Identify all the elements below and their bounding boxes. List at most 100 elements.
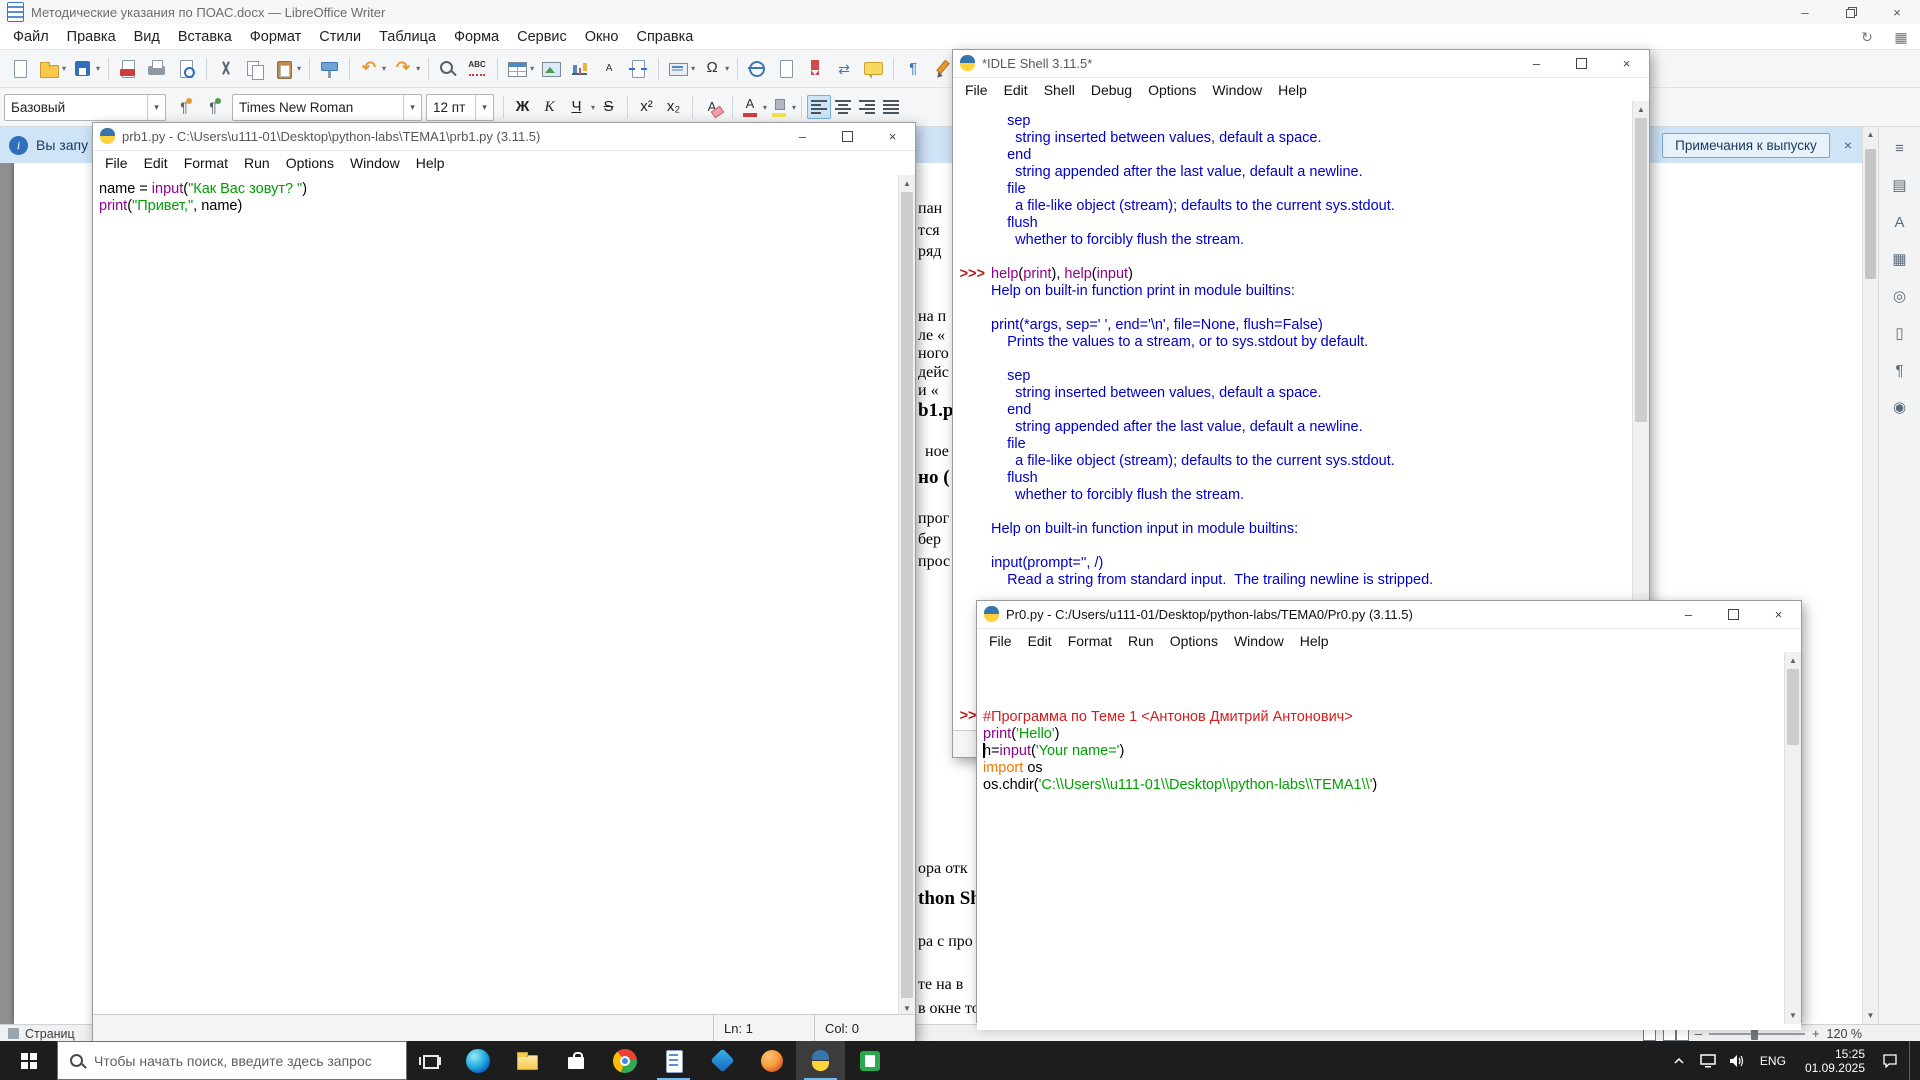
menu-item-format[interactable]: Format [176,155,236,171]
align-center-button[interactable] [831,95,855,119]
prb1-titlebar[interactable]: prb1.py - C:\Users\u111-01\Desktop\pytho… [93,123,915,151]
minimize-button[interactable]: – [780,123,825,150]
menu-item-shell[interactable]: Shell [1036,82,1083,98]
menu-item-window[interactable]: Window [1204,82,1270,98]
menu-item-edit[interactable]: Edit [1020,633,1060,649]
insert-symbol-button[interactable]: Ω ▾ [698,56,731,82]
chevron-down-icon[interactable]: ▾ [297,64,301,73]
volume-icon[interactable] [1727,1041,1747,1080]
writer-titlebar[interactable]: Методические указания по ПОАС.docx — Lib… [0,0,1920,25]
network-icon[interactable] [1698,1041,1718,1080]
clear-formatting-button[interactable]: A [698,94,726,120]
scroll-up-icon[interactable]: ▲ [1633,101,1649,118]
underline-button[interactable]: Ч ▾ [563,94,596,120]
keyboard-language-indicator[interactable]: ENG [1756,1054,1790,1068]
taskbar-app-edge[interactable] [453,1041,502,1080]
chevron-down-icon[interactable]: ▾ [691,64,695,73]
chevron-down-icon[interactable]: ▾ [416,64,420,73]
navigator-icon[interactable]: ◎ [1887,285,1913,309]
cut-button[interactable] [212,56,240,82]
insert-comment-button[interactable] [859,56,887,82]
chevron-down-icon[interactable]: ▾ [403,94,421,120]
menu-item-help[interactable]: Help [1270,82,1315,98]
menu-item-сервис[interactable]: Сервис [508,24,576,50]
menu-item-window[interactable]: Window [342,155,408,171]
menu-item-options[interactable]: Options [278,155,342,171]
taskbar-app-python-idle[interactable] [796,1041,845,1080]
release-notes-button[interactable]: Примечания к выпуску [1662,132,1830,158]
taskbar-search-input[interactable]: Чтобы начать поиск, введите здесь запрос [57,1041,407,1080]
scroll-up-icon[interactable]: ▲ [1863,127,1878,143]
toolbar-options-icon[interactable]: ▦ [1888,25,1914,49]
insert-chart-button[interactable] [566,56,594,82]
chevron-down-icon[interactable]: ▾ [530,64,534,73]
save-button[interactable]: ▾ [69,56,102,82]
taskbar-app-orange-app[interactable] [747,1041,796,1080]
menu-item-вид[interactable]: Вид [125,24,169,50]
scrollbar-thumb[interactable] [1635,118,1647,422]
menu-item-edit[interactable]: Edit [996,82,1036,98]
italic-button[interactable]: К [536,94,563,120]
menu-item-file[interactable]: File [957,82,996,98]
align-left-button[interactable] [807,95,832,119]
close-button[interactable]: × [1756,601,1801,628]
new-style-button[interactable]: ¶ [199,94,227,120]
align-justify-button[interactable] [879,95,903,119]
undo-button[interactable]: ↶ ▾ [355,56,388,82]
minimize-button[interactable]: – [1514,50,1559,77]
menu-item-edit[interactable]: Edit [136,155,176,171]
prb1-scrollbar[interactable]: ▲ ▼ [898,175,915,1017]
maximize-button[interactable] [1711,601,1756,628]
open-button[interactable]: ▾ [35,56,68,82]
menu-item-debug[interactable]: Debug [1083,82,1140,98]
menu-item-file[interactable]: File [97,155,136,171]
spelling-button[interactable]: ABC [463,56,491,82]
taskbar-app-green-app[interactable] [845,1041,894,1080]
export-pdf-button[interactable] [114,56,142,82]
insert-footnote-button[interactable]: A¹ [772,56,800,82]
chevron-down-icon[interactable]: ▾ [96,64,100,73]
chevron-down-icon[interactable]: ▾ [62,64,66,73]
style-inspector-icon[interactable]: ¶ [1887,359,1913,383]
minimize-button[interactable]: – [1782,0,1828,24]
bold-button[interactable]: Ж [509,94,536,120]
font-size-combobox[interactable]: 12 пт ▾ [426,93,494,121]
gallery-icon[interactable]: ▦ [1887,248,1913,272]
font-color-button[interactable]: A ▾ [738,95,767,119]
taskbar-app-file-explorer[interactable] [502,1041,551,1080]
scrollbar-thumb[interactable] [901,192,913,998]
scroll-down-icon[interactable]: ▼ [1863,1008,1878,1024]
formatting-marks-button[interactable]: ¶ [899,56,927,82]
maximize-button[interactable] [1559,50,1604,77]
accessibility-check-icon[interactable]: ◉ [1887,396,1913,420]
menu-item-таблица[interactable]: Таблица [370,24,445,50]
menu-item-правка[interactable]: Правка [58,24,125,50]
pr0-titlebar[interactable]: Pr0.py - C:/Users/u111-01/Desktop/python… [977,601,1801,629]
minimize-button[interactable]: – [1666,601,1711,628]
insert-textbox-button[interactable]: A [595,56,623,82]
insert-bookmark-button[interactable] [801,56,829,82]
new-document-button[interactable] [6,56,34,82]
insert-image-button[interactable] [537,56,565,82]
paste-button[interactable]: ▾ [270,56,303,82]
chevron-down-icon[interactable]: ▾ [475,94,493,120]
menu-item-run[interactable]: Run [236,155,278,171]
find-replace-button[interactable] [434,56,462,82]
menu-item-format[interactable]: Format [1060,633,1120,649]
writer-vertical-scrollbar[interactable]: ▲ ▼ [1862,127,1878,1024]
maximize-button[interactable] [825,123,870,150]
menu-item-run[interactable]: Run [1120,633,1162,649]
prb1-code-editor[interactable]: name = input("Как Вас зовут? ") print("Пр… [93,175,915,1023]
maximize-restore-button[interactable] [1828,0,1874,24]
menu-item-options[interactable]: Options [1140,82,1204,98]
chevron-down-icon[interactable]: ▾ [792,103,796,112]
insert-table-button[interactable]: ▾ [503,56,536,82]
menu-item-file[interactable]: File [981,633,1020,649]
task-view-button[interactable] [407,1041,453,1080]
pr0-scrollbar[interactable]: ▲ ▼ [1784,652,1801,1024]
menu-item-help[interactable]: Help [408,155,453,171]
insert-field-button[interactable]: ▾ [664,56,697,82]
infobar-close-icon[interactable]: × [1844,137,1852,153]
pr0-code-editor[interactable]: #Программа по Теме 1 <Антонов Дмитрий Ан… [977,652,1801,1030]
cross-reference-button[interactable]: ⇄ [830,56,858,82]
